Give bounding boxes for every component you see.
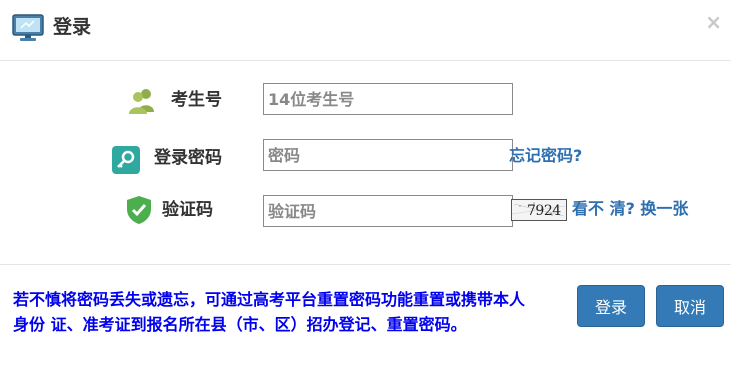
captcha-text: 7924 [527,203,561,219]
login-button[interactable]: 登录 [577,285,645,327]
dialog-header: 登录 × [0,0,731,61]
captcha-row: 验证码 7924 看不 清? 换一张 [0,195,731,229]
password-row: 登录密码 忘记密码? [0,139,731,174]
candidate-number-row: 考生号 [0,83,731,117]
dialog-footer: 若不慎将密码丢失或遗忘，可通过高考平台重置密码功能重置或携带本人身份 证、准考证… [0,264,731,367]
candidate-number-input[interactable] [263,83,513,115]
users-icon [129,89,154,114]
captcha-refresh-link[interactable]: 看不 清? 换一张 [572,192,688,226]
dialog-title: 登录 [53,16,92,38]
shield-check-icon [127,196,151,224]
captcha-image[interactable]: 7924 [511,199,567,221]
candidate-number-label: 考生号 [171,90,222,110]
key-icon [112,146,140,174]
captcha-label: 验证码 [162,200,213,220]
login-dialog: 登录 × 考生号 登录密码 忘记密码? 验证码 [0,0,731,367]
password-input[interactable] [263,139,513,171]
forgot-password-link[interactable]: 忘记密码? [509,139,582,173]
cancel-button[interactable]: 取消 [656,285,724,327]
captcha-noise: 7924 [512,200,566,220]
password-label: 登录密码 [154,148,222,168]
close-icon[interactable]: × [705,10,722,34]
monitor-icon [12,14,44,41]
password-notice: 若不慎将密码丢失或遗忘，可通过高考平台重置密码功能重置或携带本人身份 证、准考证… [13,290,526,334]
captcha-input[interactable] [263,195,513,227]
